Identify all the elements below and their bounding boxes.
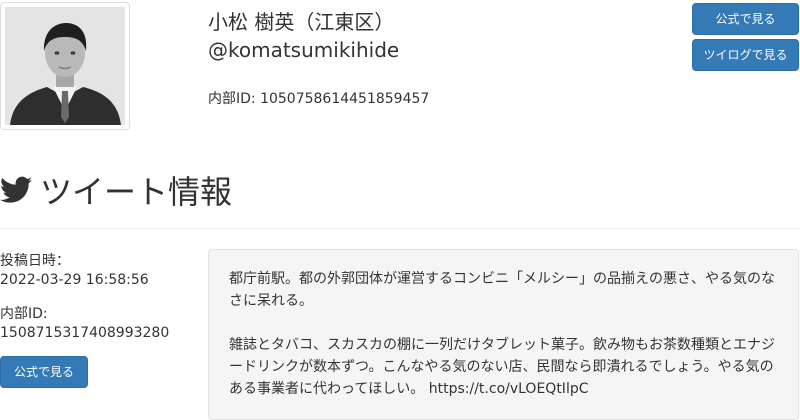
tweet-body: 都庁前駅。都の外郭団体が運営するコンビニ「メルシー」の品揃えの悪さ、やる気のなさ… [208, 249, 799, 420]
avatar [0, 2, 130, 130]
profile-internal-id: 内部ID: 1050758614451859457 [208, 91, 430, 107]
twitter-bird-icon [0, 176, 32, 204]
tweet-id-value: 1508715317408993280 [0, 325, 170, 341]
divider [0, 228, 800, 229]
posted-date-value: 2022-03-29 16:58:56 [0, 272, 149, 288]
profile-handle: @komatsumikihide [208, 38, 400, 62]
tweet-paragraph-1: 都庁前駅。都の外郭団体が運営するコンビニ「メルシー」の品揃えの悪さ、やる気のなさ… [229, 271, 775, 309]
posted-date-label: 投稿日時： [0, 253, 70, 269]
view-tweet-official-button[interactable]: 公式で見る [0, 356, 88, 388]
tweet-paragraph-2: 雑誌とタバコ、スカスカの棚に一列だけタブレット菓子。飲み物もお茶数種類とエナジー… [229, 337, 775, 397]
view-twilog-button[interactable]: ツイログで見る [692, 39, 799, 71]
avatar-photo [5, 7, 125, 125]
tweet-id-label: 内部ID: [0, 306, 48, 322]
section-heading: ツイート情報 [0, 168, 232, 212]
view-official-button[interactable]: 公式で見る [692, 3, 799, 35]
profile-name: 小松 樹英（江東区） [208, 10, 395, 34]
section-title: ツイート情報 [40, 173, 233, 211]
